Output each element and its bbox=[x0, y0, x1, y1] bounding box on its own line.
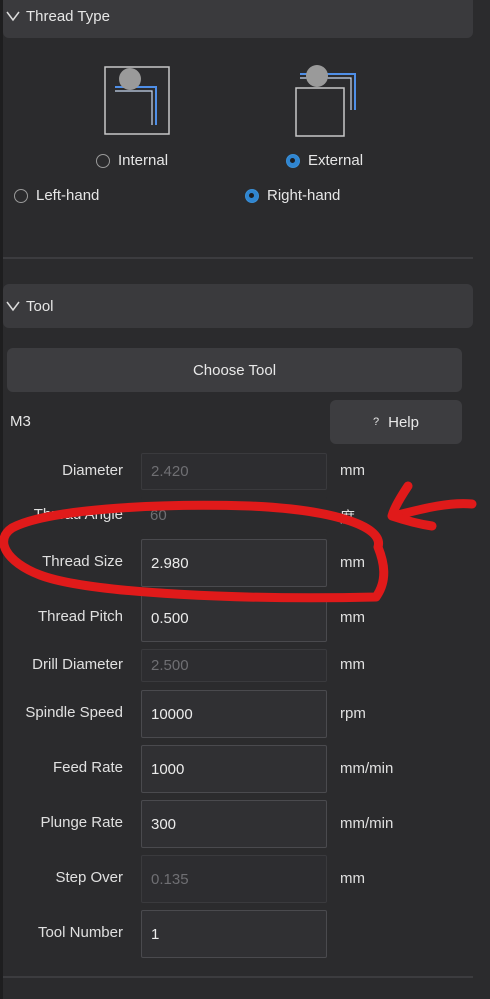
thread-angle-unit: 度 bbox=[340, 509, 356, 526]
spindle-speed-unit: rpm bbox=[340, 705, 366, 722]
tool-title: Tool bbox=[26, 297, 54, 315]
panel-left-edge bbox=[0, 0, 3, 999]
internal-radio[interactable]: Internal bbox=[96, 152, 168, 169]
thread-pitch-unit: mm bbox=[340, 609, 365, 626]
thread-size-label: Thread Size bbox=[42, 553, 123, 570]
thread-type-title: Thread Type bbox=[26, 7, 110, 25]
help-icon: ? bbox=[373, 416, 380, 428]
help-button[interactable]: ? Help bbox=[330, 400, 462, 444]
thread-angle-label: Thread Angle bbox=[33, 506, 123, 523]
thread-size-unit: mm bbox=[340, 554, 365, 571]
radio-circle-icon bbox=[14, 188, 28, 203]
left-hand-radio[interactable]: Left-hand bbox=[14, 187, 99, 204]
feed-rate-label: Feed Rate bbox=[52, 759, 123, 776]
right-hand-radio-label: Right-hand bbox=[267, 187, 341, 204]
drill-diameter-field: 2.500 bbox=[141, 649, 327, 682]
choose-tool-button[interactable]: Choose Tool bbox=[7, 348, 462, 392]
external-thread-illustration[interactable] bbox=[294, 64, 360, 139]
step-over-unit: mm bbox=[340, 870, 365, 887]
tool-number-label: Tool Number bbox=[37, 924, 123, 941]
diameter-label: Diameter bbox=[62, 462, 123, 479]
left-hand-radio-label: Left-hand bbox=[36, 187, 100, 204]
plunge-rate-field[interactable]: 300 bbox=[141, 800, 327, 848]
plunge-rate-unit: mm/min bbox=[340, 815, 394, 832]
spindle-speed-label: Spindle Speed bbox=[25, 704, 123, 721]
internal-radio-label: Internal bbox=[118, 152, 169, 169]
thread-pitch-field[interactable]: 0.500 bbox=[141, 594, 327, 642]
plunge-rate-label: Plunge Rate bbox=[40, 814, 123, 831]
chevron-down-icon bbox=[6, 11, 20, 22]
thread-angle-field: 60 bbox=[141, 497, 327, 533]
external-radio-label: External bbox=[308, 152, 364, 169]
radio-circle-icon bbox=[96, 153, 110, 168]
tool-section-header[interactable]: Tool bbox=[3, 284, 473, 328]
feed-rate-field[interactable]: 1000 bbox=[141, 745, 327, 793]
section-divider bbox=[3, 257, 473, 259]
thread-type-section-header[interactable]: Thread Type bbox=[3, 0, 473, 38]
thread-size-field[interactable]: 2.980 bbox=[141, 539, 327, 587]
right-hand-radio[interactable]: Right-hand bbox=[245, 187, 340, 204]
radio-checked-icon bbox=[286, 153, 300, 168]
tool-name: M3 bbox=[10, 413, 31, 430]
diameter-field: 2.420 bbox=[141, 453, 327, 490]
help-button-label: Help bbox=[388, 413, 419, 431]
spindle-speed-field[interactable]: 10000 bbox=[141, 690, 327, 738]
radio-checked-icon bbox=[245, 188, 259, 203]
chevron-down-icon bbox=[6, 301, 20, 312]
section-divider bbox=[3, 976, 473, 978]
thread-pitch-label: Thread Pitch bbox=[37, 608, 123, 625]
step-over-field: 0.135 bbox=[141, 855, 327, 903]
internal-thread-illustration[interactable] bbox=[103, 65, 171, 137]
external-radio[interactable]: External bbox=[286, 152, 363, 169]
step-over-label: Step Over bbox=[55, 869, 123, 886]
drill-diameter-unit: mm bbox=[340, 656, 365, 673]
drill-diameter-label: Drill Diameter bbox=[32, 656, 123, 673]
tool-number-field[interactable]: 1 bbox=[141, 910, 327, 958]
feed-rate-unit: mm/min bbox=[340, 760, 394, 777]
diameter-unit: mm bbox=[340, 462, 365, 479]
